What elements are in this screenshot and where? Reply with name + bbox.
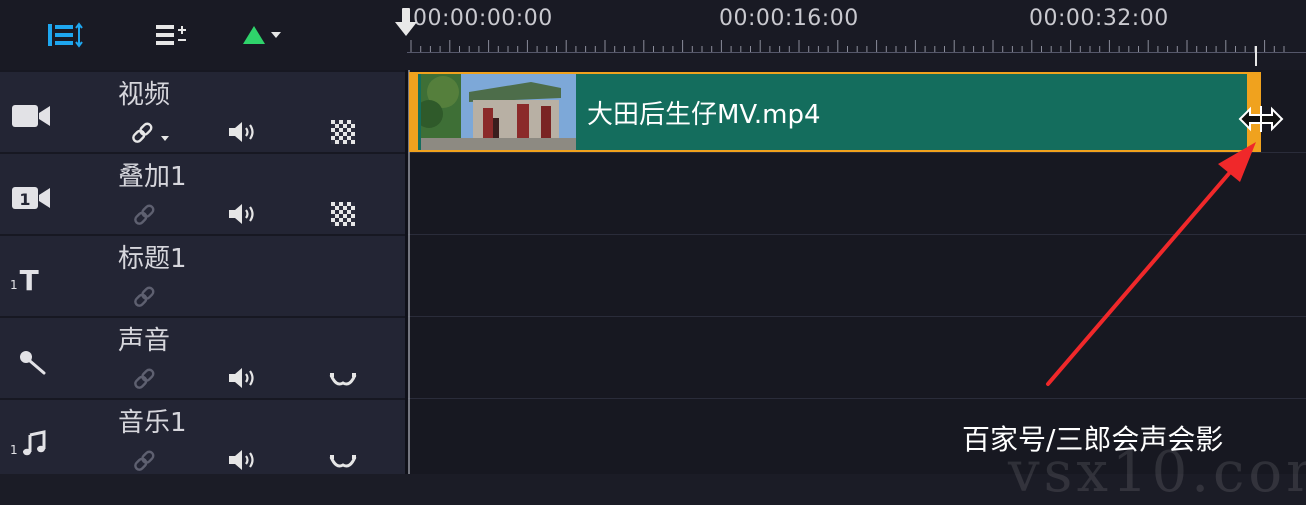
track-header-video[interactable]: 视频	[0, 70, 405, 152]
overlay-badge: 1	[19, 190, 30, 209]
clip-title: 大田后生仔MV.mp4	[587, 100, 821, 130]
music-badge: 1	[10, 443, 18, 457]
track-name-title: 标题1	[118, 244, 187, 274]
title-letter: T	[19, 263, 39, 297]
ruler-ticks	[410, 40, 1285, 52]
microphone-icon	[10, 340, 54, 384]
ripple-link-toggle[interactable]	[128, 364, 162, 392]
speaker-icon	[229, 122, 254, 142]
ripple-link-toggle[interactable]	[128, 446, 162, 474]
speaker-icon	[229, 450, 254, 470]
title-t-icon: 1 T	[10, 258, 54, 302]
author-watermark: 百家号/三郎会声会影	[962, 423, 1224, 456]
clip-trim-handle-left[interactable]	[411, 74, 418, 150]
title-badge: 1	[10, 278, 18, 292]
chapter-cue-icon	[243, 26, 281, 44]
speaker-icon	[229, 368, 254, 388]
project-end-marker	[1255, 46, 1257, 66]
time-ruler[interactable]: 00:00:00:00 00:00:16:00 00:00:32:00	[395, 0, 1306, 70]
clip-thumbnail	[421, 74, 576, 150]
chapter-cue-button[interactable]	[238, 18, 286, 52]
track-mute-button[interactable]	[226, 118, 260, 146]
track-mute-button[interactable]	[226, 446, 260, 474]
track-mute-button[interactable]	[226, 364, 260, 392]
overlay-camera-icon: 1	[10, 176, 54, 220]
track-name-voice: 声音	[118, 326, 171, 356]
lane-divider	[408, 234, 1306, 235]
playhead-marker[interactable]	[395, 0, 421, 36]
track-header-overlay-1[interactable]: 1 叠加1	[0, 152, 405, 234]
speaker-icon	[229, 204, 254, 224]
link-icon	[134, 368, 155, 389]
track-header-title-1[interactable]: 1 T 标题1	[0, 234, 405, 316]
link-icon	[134, 204, 155, 225]
ruler-label-16: 00:00:16:00	[719, 6, 859, 31]
track-mute-button[interactable]	[226, 200, 260, 228]
ruler-baseline	[407, 52, 1306, 53]
link-dropdown-icon	[132, 122, 169, 143]
ripple-link-toggle[interactable]	[128, 200, 162, 228]
checkerboard-icon	[331, 202, 355, 226]
track-headers: 视频 1 叠加1 1 T 标题1 声音 1 音乐1	[0, 70, 405, 474]
link-icon	[134, 286, 155, 307]
video-camera-icon	[10, 94, 54, 138]
lane-divider	[408, 152, 1306, 153]
track-transparency-button[interactable]	[326, 200, 360, 228]
lane-divider	[408, 398, 1306, 399]
track-manager-icon	[156, 25, 186, 45]
music-note-icon: 1	[10, 422, 54, 466]
link-icon	[134, 450, 155, 471]
track-manager-button[interactable]	[150, 18, 194, 52]
track-name-video: 视频	[118, 80, 171, 110]
audio-waveform-button[interactable]	[326, 446, 360, 474]
timeline-view-icon	[48, 22, 83, 48]
ripple-link-dropdown[interactable]	[128, 118, 176, 146]
lane-divider	[408, 316, 1306, 317]
audio-waveform-button[interactable]	[326, 364, 360, 392]
ripple-link-toggle[interactable]	[128, 282, 162, 310]
waveform-icon	[329, 373, 357, 386]
track-header-music-1[interactable]: 1 音乐1	[0, 398, 405, 480]
timeline-toolbar	[0, 0, 407, 70]
waveform-icon	[329, 455, 357, 468]
track-name-overlay: 叠加1	[118, 162, 187, 192]
track-name-music: 音乐1	[118, 408, 187, 438]
timeline-view-button[interactable]	[44, 18, 88, 52]
video-clip[interactable]: 大田后生仔MV.mp4	[409, 72, 1261, 152]
ruler-label-0: 00:00:00:00	[413, 6, 553, 31]
ruler-label-32: 00:00:32:00	[1029, 6, 1169, 31]
track-header-voice[interactable]: 声音	[0, 316, 405, 398]
track-transparency-button[interactable]	[326, 118, 360, 146]
checkerboard-icon	[331, 120, 355, 144]
horizontal-resize-cursor-icon	[1238, 106, 1284, 132]
